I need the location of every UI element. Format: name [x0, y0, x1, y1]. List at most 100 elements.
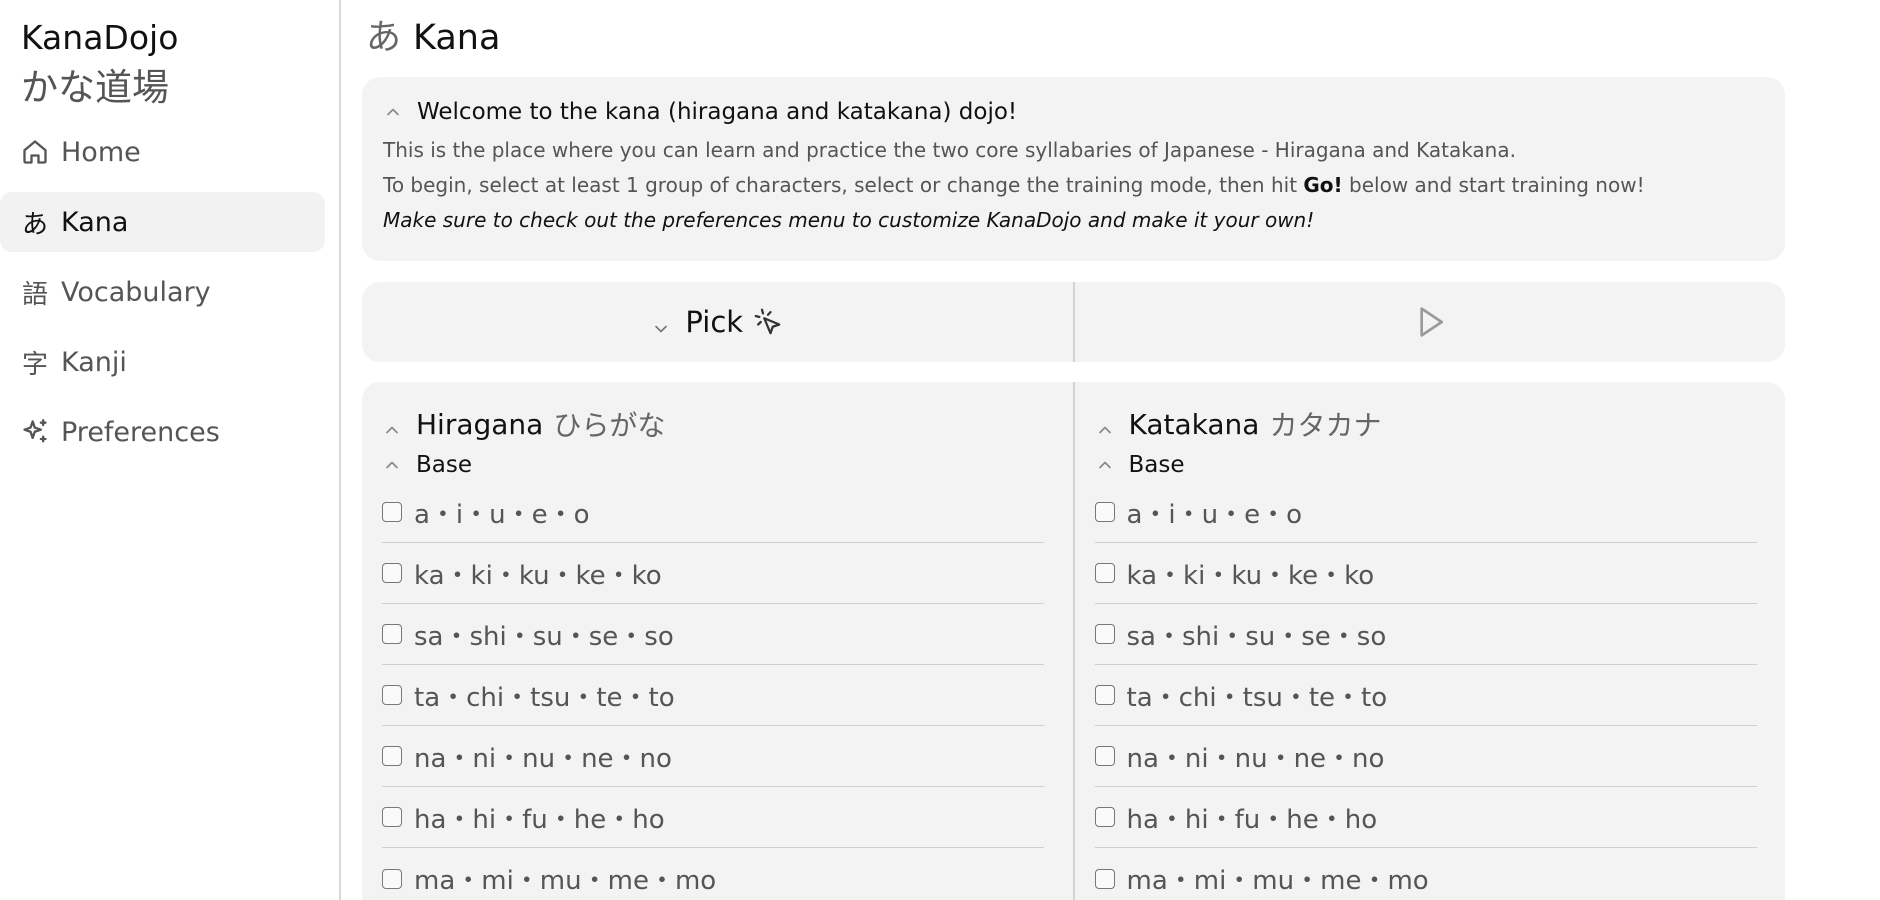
kana-row[interactable]: ha・hi・fu・he・ho	[1094, 787, 1757, 848]
welcome-line-2: To begin, select at least 1 group of cha…	[383, 168, 1764, 203]
pick-label: Pick	[685, 305, 744, 339]
play-section	[1075, 282, 1786, 362]
hiragana-a-icon: あ	[21, 209, 48, 240]
row-label: ha・hi・fu・he・ho	[1126, 804, 1378, 835]
welcome-toggle[interactable]: Welcome to the kana (hiragana and kataka…	[383, 97, 1764, 127]
brand: KanaDojo かな道場	[21, 16, 178, 112]
play-icon[interactable]	[1410, 302, 1450, 342]
row-label: na・ni・nu・ne・no	[414, 743, 672, 774]
kana-row[interactable]: sa・shi・su・se・so	[1094, 604, 1757, 665]
chevron-up-icon	[382, 455, 402, 475]
row-checkbox[interactable]	[1094, 746, 1115, 766]
row-checkbox[interactable]	[382, 502, 402, 522]
chevron-up-icon	[383, 102, 403, 122]
hiragana-row-list: a・i・u・e・o ka・ki・ku・ke・ko sa・shi・su・se・so…	[382, 482, 1053, 900]
sidebar-item-kana[interactable]: あ Kana	[0, 192, 325, 252]
katakana-base-toggle[interactable]: Base	[1095, 448, 1766, 482]
kana-row[interactable]: na・ni・nu・ne・no	[382, 726, 1044, 787]
row-label: a・i・u・e・o	[1126, 499, 1303, 530]
katakana-title-jp: カタカナ	[1269, 409, 1382, 442]
sidebar-item-label: Home	[61, 136, 141, 168]
row-checkbox[interactable]	[1094, 502, 1115, 522]
row-label: ka・ki・ku・ke・ko	[414, 560, 662, 591]
katakana-base-label: Base	[1128, 452, 1185, 478]
row-label: ta・chi・tsu・te・to	[1126, 682, 1388, 713]
kana-row[interactable]: a・i・u・e・o	[1094, 482, 1757, 543]
row-checkbox[interactable]	[382, 746, 402, 766]
katakana-row-list: a・i・u・e・o ka・ki・ku・ke・ko sa・shi・su・se・so…	[1094, 482, 1766, 900]
sidebar-item-home[interactable]: Home	[0, 122, 325, 182]
welcome-line-2-start: To begin, select at least 1 group of cha…	[383, 173, 1304, 197]
katakana-title: Katakana	[1128, 407, 1260, 441]
welcome-panel: Welcome to the kana (hiragana and kataka…	[362, 77, 1785, 261]
chevron-up-icon	[382, 414, 402, 434]
sparkles-icon	[21, 418, 49, 446]
sidebar-item-kanji[interactable]: 字 Kanji	[0, 332, 325, 392]
training-toolbar: Pick	[362, 282, 1785, 362]
hiragana-title-jp: ひらがな	[553, 409, 666, 442]
hiragana-column: Hiragana ひらがな Base a・i・u・e・o ka・ki・ku・ke…	[362, 382, 1073, 900]
pick-section: Pick	[362, 282, 1073, 362]
hiragana-title: Hiragana	[416, 407, 544, 441]
sidebar-item-label: Vocabulary	[61, 276, 211, 308]
kana-row[interactable]: sa・shi・su・se・so	[382, 604, 1044, 665]
row-checkbox[interactable]	[1094, 563, 1115, 583]
row-label: a・i・u・e・o	[414, 499, 590, 530]
sidebar-item-label: Preferences	[61, 416, 220, 448]
katakana-column: Katakana カタカナ Base a・i・u・e・o ka・ki・ku・ke…	[1075, 382, 1786, 900]
welcome-heading: Welcome to the kana (hiragana and kataka…	[417, 99, 1018, 125]
row-checkbox[interactable]	[382, 685, 402, 705]
kana-groups-panel: Hiragana ひらがな Base a・i・u・e・o ka・ki・ku・ke…	[362, 382, 1785, 900]
kana-row[interactable]: ha・hi・fu・he・ho	[382, 787, 1044, 848]
kana-row[interactable]: ka・ki・ku・ke・ko	[382, 543, 1044, 604]
row-checkbox[interactable]	[382, 563, 402, 583]
katakana-toggle[interactable]: Katakana カタカナ	[1095, 404, 1766, 444]
kana-row[interactable]: ma・mi・mu・me・mo	[1094, 848, 1757, 900]
sidebar: KanaDojo かな道場 Home あ Kana 語 Vocabulary 字…	[0, 0, 341, 900]
kana-row[interactable]: a・i・u・e・o	[382, 482, 1044, 543]
go-keyword: Go!	[1303, 173, 1343, 197]
kana-row[interactable]: ka・ki・ku・ke・ko	[1094, 543, 1757, 604]
row-label: sa・shi・su・se・so	[414, 621, 674, 652]
welcome-line-1: This is the place where you can learn an…	[383, 138, 1516, 162]
row-checkbox[interactable]	[382, 807, 402, 827]
row-checkbox[interactable]	[1094, 807, 1115, 827]
kana-row[interactable]: ta・chi・tsu・te・to	[1094, 665, 1757, 726]
mouse-pointer-click-icon	[753, 307, 783, 337]
kana-row[interactable]: na・ni・nu・ne・no	[1094, 726, 1757, 787]
row-checkbox[interactable]	[1094, 685, 1115, 705]
sidebar-item-label: Kanji	[61, 346, 127, 378]
page-title-glyph: あ	[366, 18, 402, 58]
row-checkbox[interactable]	[1094, 868, 1115, 889]
brand-name-jp: かな道場	[21, 66, 169, 109]
page-title-text: Kana	[413, 18, 501, 58]
row-label: sa・shi・su・se・so	[1126, 621, 1387, 652]
hiragana-toggle[interactable]: Hiragana ひらがな	[382, 404, 1053, 444]
row-label: ma・mi・mu・me・mo	[414, 866, 717, 896]
sidebar-item-vocabulary[interactable]: 語 Vocabulary	[0, 262, 325, 322]
welcome-line-3: Make sure to check out the preferences m…	[383, 208, 1315, 232]
vocabulary-glyph-icon: 語	[21, 279, 48, 310]
kana-row[interactable]: ta・chi・tsu・te・to	[382, 665, 1044, 726]
row-label: ta・chi・tsu・te・to	[414, 682, 675, 713]
chevron-up-icon	[1095, 455, 1115, 475]
pick-button[interactable]: Pick	[651, 305, 783, 339]
hiragana-base-toggle[interactable]: Base	[382, 448, 1053, 482]
row-checkbox[interactable]	[382, 868, 402, 889]
row-label: ka・ki・ku・ke・ko	[1126, 560, 1375, 591]
sidebar-item-preferences[interactable]: Preferences	[0, 402, 325, 462]
row-checkbox[interactable]	[1094, 624, 1115, 644]
page-title: あ Kana	[366, 14, 500, 62]
sidebar-item-label: Kana	[61, 206, 129, 238]
row-label: ha・hi・fu・he・ho	[414, 804, 665, 835]
kanji-glyph-icon: 字	[21, 349, 48, 380]
chevron-up-icon	[1095, 414, 1115, 434]
chevron-down-icon	[651, 312, 671, 333]
hiragana-base-label: Base	[416, 452, 473, 478]
main-content: あ Kana Welcome to the kana (hiragana and…	[362, 0, 1792, 900]
row-checkbox[interactable]	[382, 624, 402, 644]
row-label: na・ni・nu・ne・no	[1126, 743, 1385, 774]
house-icon	[21, 138, 49, 166]
kana-row[interactable]: ma・mi・mu・me・mo	[382, 848, 1044, 900]
sidebar-nav: Home あ Kana 語 Vocabulary 字 Kanji Prefere…	[0, 122, 325, 472]
